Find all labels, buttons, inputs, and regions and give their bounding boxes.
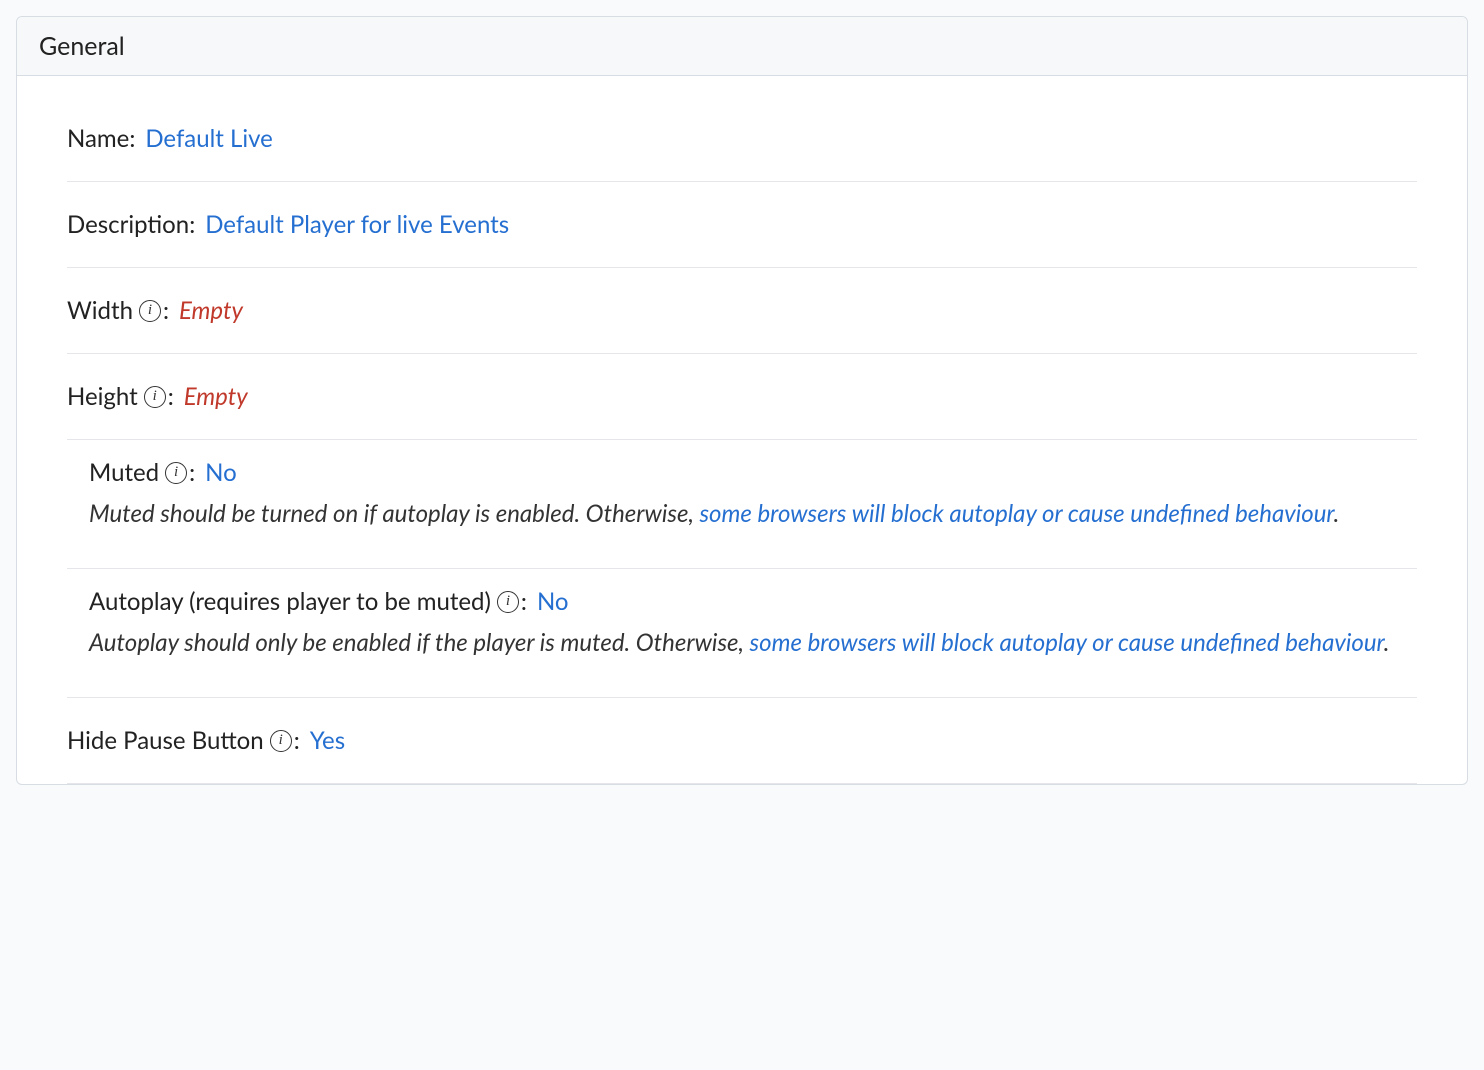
panel-body: Name: Default Live Description: Default … xyxy=(17,76,1467,784)
muted-help-text: Muted should be turned on if autoplay is… xyxy=(89,495,1395,532)
field-hide-pause: Hide Pause Button i: Yes xyxy=(67,698,1417,784)
autoplay-help-post: . xyxy=(1384,628,1390,657)
colon: : xyxy=(189,210,195,239)
field-height: Height i: Empty xyxy=(67,354,1417,440)
colon: : xyxy=(163,296,169,325)
hide-pause-value[interactable]: Yes xyxy=(310,726,345,755)
colon: : xyxy=(189,458,195,487)
autoplay-value[interactable]: No xyxy=(537,587,569,616)
field-width: Width i: Empty xyxy=(67,268,1417,354)
description-value[interactable]: Default Player for live Events xyxy=(205,210,509,239)
panel-title: General xyxy=(17,17,1467,76)
height-label: Height xyxy=(67,382,138,411)
muted-value[interactable]: No xyxy=(205,458,237,487)
colon: : xyxy=(129,124,135,153)
muted-help-post: . xyxy=(1334,499,1340,528)
info-icon[interactable]: i xyxy=(497,591,519,613)
name-value[interactable]: Default Live xyxy=(145,124,273,153)
general-panel: General Name: Default Live Description: … xyxy=(16,16,1468,785)
field-autoplay: Autoplay (requires player to be muted) i… xyxy=(67,569,1417,698)
autoplay-label: Autoplay (requires player to be muted) xyxy=(89,587,491,616)
hide-pause-label: Hide Pause Button xyxy=(67,726,264,755)
field-muted: Muted i: No Muted should be turned on if… xyxy=(67,440,1417,569)
info-icon[interactable]: i xyxy=(270,730,292,752)
muted-help-pre: Muted should be turned on if autoplay is… xyxy=(89,499,699,528)
autoplay-help-text: Autoplay should only be enabled if the p… xyxy=(89,624,1395,661)
muted-help-link[interactable]: some browsers will block autoplay or cau… xyxy=(699,499,1333,528)
height-value[interactable]: Empty xyxy=(184,382,248,411)
width-label: Width xyxy=(67,296,133,325)
info-icon[interactable]: i xyxy=(139,300,161,322)
muted-label: Muted xyxy=(89,458,159,487)
field-name: Name: Default Live xyxy=(67,96,1417,182)
name-label: Name xyxy=(67,124,129,153)
info-icon[interactable]: i xyxy=(165,462,187,484)
info-icon[interactable]: i xyxy=(144,386,166,408)
width-value[interactable]: Empty xyxy=(179,296,243,325)
autoplay-help-link[interactable]: some browsers will block autoplay or cau… xyxy=(750,628,1384,657)
autoplay-help-pre: Autoplay should only be enabled if the p… xyxy=(89,628,750,657)
field-description: Description: Default Player for live Eve… xyxy=(67,182,1417,268)
colon: : xyxy=(168,382,174,411)
colon: : xyxy=(521,587,527,616)
description-label: Description xyxy=(67,210,189,239)
colon: : xyxy=(294,726,300,755)
